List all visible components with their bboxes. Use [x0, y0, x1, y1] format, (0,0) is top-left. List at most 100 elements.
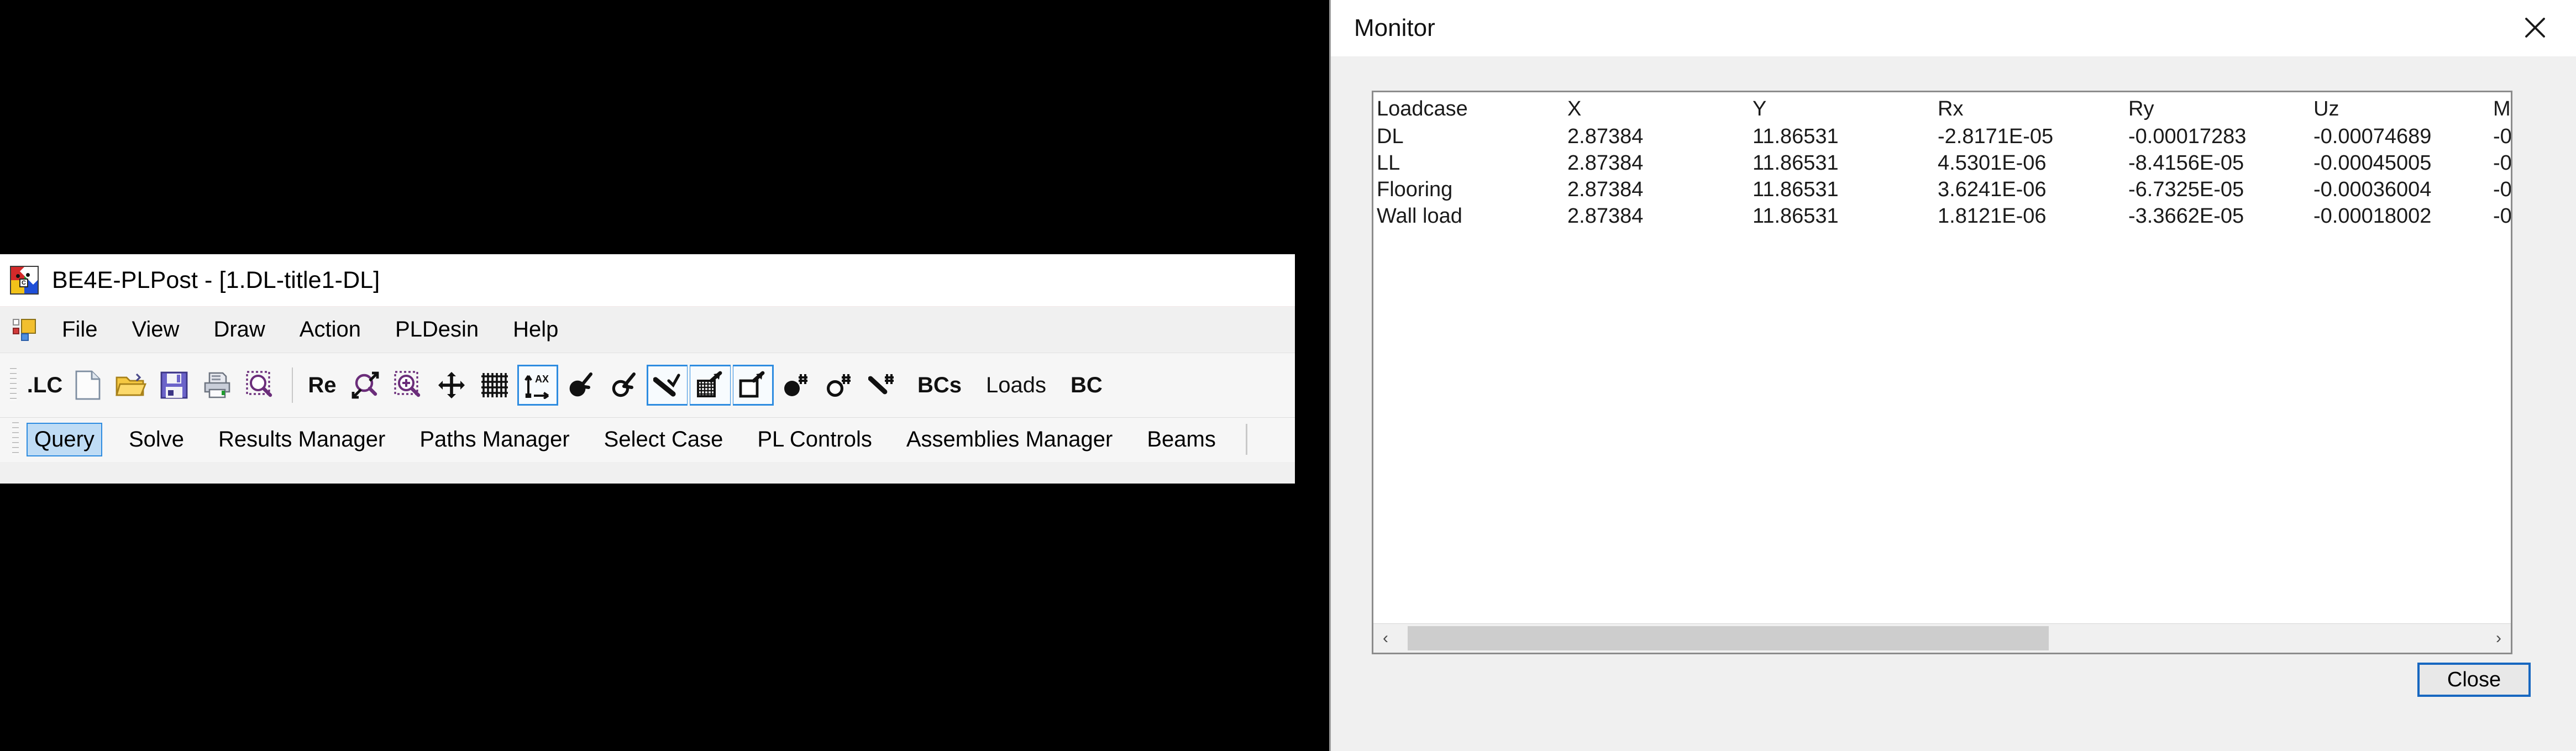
table-row[interactable]: Flooring 2.87384 11.86531 3.6241E-06 -6.…: [1373, 176, 2511, 203]
cell-loadcase: DL: [1377, 124, 1404, 148]
toolbar-re-button[interactable]: Re: [302, 365, 343, 406]
column-header-mxx[interactable]: Mxx: [2490, 96, 2511, 123]
select-node-hollow-button[interactable]: [604, 365, 644, 406]
pan-move-button[interactable]: [431, 365, 472, 406]
tab-assemblies-manager[interactable]: Assemblies Manager: [899, 423, 1121, 456]
menu-item-file[interactable]: File: [59, 315, 101, 344]
lc-label: .LC: [27, 372, 63, 397]
zoom-window-button[interactable]: [240, 365, 281, 406]
cell-x: 2.87384: [1567, 204, 1644, 228]
cell-rx: 1.8121E-06: [1938, 204, 2047, 228]
column-header-rx[interactable]: Rx: [1934, 96, 2125, 123]
cell-x: 2.87384: [1567, 124, 1644, 148]
column-header-loadcase[interactable]: Loadcase: [1373, 96, 1564, 123]
tab-pl-controls[interactable]: PL Controls: [749, 423, 880, 456]
svg-text:AX: AX: [535, 374, 549, 385]
column-header-y[interactable]: Y: [1749, 96, 1934, 123]
open-folder-icon: [116, 373, 146, 396]
tabbar-end-divider: [1245, 424, 1247, 455]
zoom-window-icon: [246, 371, 272, 397]
toolbar-lc-button[interactable]: .LC: [24, 365, 65, 406]
node-mesh-hollow-button[interactable]: [819, 365, 860, 406]
app-icon-letter: C: [19, 279, 28, 287]
plpost-application-window: C BE4E-PLPost - [1.DL-title1-DL] File Vi…: [0, 254, 1295, 484]
monitor-footer: Close: [1331, 640, 2576, 751]
toolbar-bcs-label[interactable]: BCs: [914, 369, 965, 402]
tab-select-case[interactable]: Select Case: [596, 423, 731, 456]
cell-mxx: -0.19: [2493, 151, 2511, 175]
cell-loadcase: LL: [1377, 151, 1400, 175]
cell-mxx: -0.29: [2493, 124, 2511, 148]
new-document-button[interactable]: [67, 365, 108, 406]
cell-ry: -0.00017283: [2128, 124, 2247, 148]
menu-item-help[interactable]: Help: [510, 315, 562, 344]
save-button[interactable]: [154, 365, 195, 406]
table-row[interactable]: Wall load 2.87384 11.86531 1.8121E-06 -3…: [1373, 203, 2511, 229]
cell-rx: -2.8171E-05: [1938, 124, 2054, 148]
column-header-x[interactable]: X: [1564, 96, 1749, 123]
node-mesh-filled-icon: [784, 374, 807, 396]
monitor-titlebar: Monitor: [1331, 0, 2576, 57]
line-mesh-icon: [868, 374, 894, 395]
toolbar-bc-truncated-label[interactable]: BC: [1067, 369, 1106, 402]
cell-uz: -0.00018002: [2313, 204, 2432, 228]
results-table: Loadcase X Y Rx Ry Uz Mxx DL 2.87384: [1373, 96, 2511, 229]
save-floppy-icon: [160, 371, 188, 399]
cell-loadcase: Wall load: [1377, 204, 1462, 228]
tab-beams[interactable]: Beams: [1139, 423, 1224, 456]
select-line-button[interactable]: [647, 365, 688, 406]
tab-solve[interactable]: Solve: [121, 423, 192, 456]
grid-button[interactable]: [474, 365, 515, 406]
open-folder-button[interactable]: [111, 365, 151, 406]
monitor-close-titlebar-button[interactable]: [2494, 0, 2576, 55]
select-area-region-icon: [739, 371, 765, 398]
cell-mxx: -0.15: [2493, 177, 2511, 201]
cell-loadcase: Flooring: [1377, 177, 1453, 201]
cell-y: 11.86531: [1753, 177, 1839, 201]
new-document-icon: [75, 370, 101, 400]
select-node-filled-icon: [569, 372, 592, 397]
select-node-filled-button[interactable]: [560, 365, 601, 406]
zoom-fit-button[interactable]: [345, 365, 386, 406]
cell-ry: -6.7325E-05: [2128, 177, 2244, 201]
print-button[interactable]: [197, 365, 238, 406]
window-system-menu-icon[interactable]: [12, 318, 36, 342]
select-area-region-button[interactable]: [733, 365, 774, 406]
table-row[interactable]: LL 2.87384 11.86531 4.5301E-06 -8.4156E-…: [1373, 150, 2511, 176]
axes-dimension-button[interactable]: AX: [517, 365, 558, 406]
cell-x: 2.87384: [1567, 151, 1644, 175]
tabbar-drag-grip[interactable]: [12, 422, 19, 456]
tab-paths-manager[interactable]: Paths Manager: [412, 423, 577, 456]
node-mesh-hollow-icon: [827, 374, 851, 397]
column-header-uz[interactable]: Uz: [2310, 96, 2490, 123]
select-mesh-region-icon: [697, 371, 722, 397]
toolbar-loads-label[interactable]: Loads: [983, 369, 1050, 402]
pan-move-icon: [438, 372, 465, 398]
node-mesh-filled-button[interactable]: [776, 365, 817, 406]
plpost-app-icon: C: [10, 266, 39, 295]
close-button[interactable]: Close: [2417, 663, 2531, 697]
column-header-ry[interactable]: Ry: [2125, 96, 2310, 123]
table-row[interactable]: DL 2.87384 11.86531 -2.8171E-05 -0.00017…: [1373, 123, 2511, 150]
re-label: Re: [308, 372, 337, 397]
menu-item-pldesin[interactable]: PLDesin: [392, 315, 482, 344]
tab-results-manager[interactable]: Results Manager: [211, 423, 393, 456]
menu-item-view[interactable]: View: [128, 315, 182, 344]
plpost-toolbar: .LC Re AX BCs Loads BC: [0, 353, 1295, 418]
menu-item-action[interactable]: Action: [296, 315, 364, 344]
cell-mxx: -0.07: [2493, 204, 2511, 228]
select-line-icon: [653, 374, 680, 397]
line-mesh-button[interactable]: [862, 365, 903, 406]
select-mesh-region-button[interactable]: [690, 365, 731, 406]
plpost-window-title: BE4E-PLPost - [1.DL-title1-DL]: [52, 266, 380, 293]
tab-query[interactable]: Query: [27, 422, 102, 456]
cell-ry: -8.4156E-05: [2128, 151, 2244, 175]
monitor-title: Monitor: [1354, 14, 1435, 41]
zoom-fit-icon: [351, 371, 379, 399]
cell-x: 2.87384: [1567, 177, 1644, 201]
cell-uz: -0.00045005: [2313, 151, 2432, 175]
zoom-in-button[interactable]: [388, 365, 429, 406]
toolbar-separator-1: [292, 367, 293, 403]
menu-item-draw[interactable]: Draw: [210, 315, 268, 344]
toolbar-drag-grip[interactable]: [10, 368, 17, 402]
